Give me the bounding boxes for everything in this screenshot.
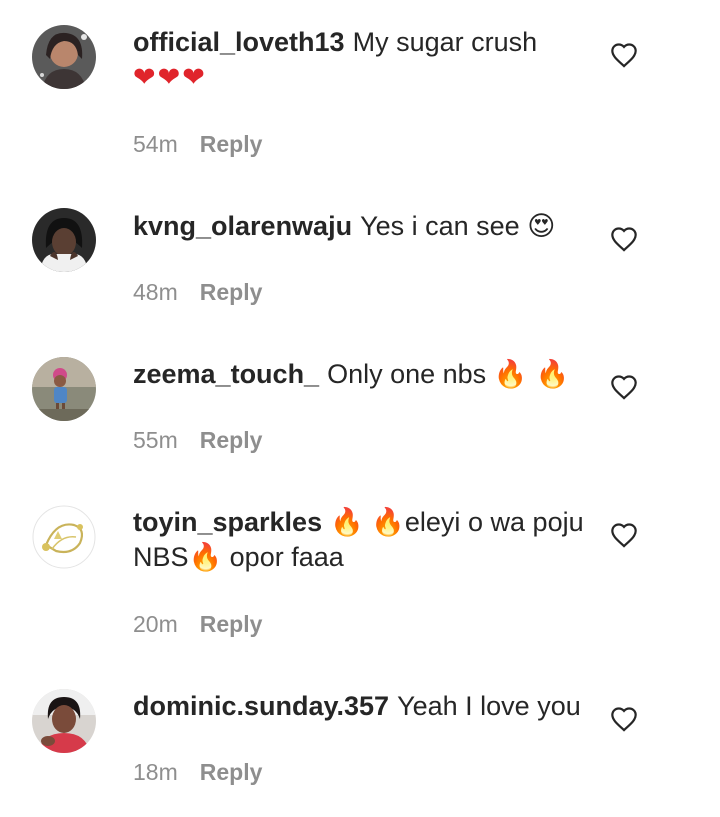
comment-text: toyin_sparkles 🔥 🔥eleyi o wa poju NBS🔥 op… <box>133 505 593 575</box>
heart-icon[interactable] <box>610 706 638 732</box>
comment-meta: 48m Reply <box>133 279 262 306</box>
heart-icon[interactable] <box>610 226 638 252</box>
comment-text: kvng_olarenwaju Yes i can see 😍 <box>133 209 593 244</box>
reply-button[interactable]: Reply <box>200 759 263 785</box>
comment-timestamp: 54m <box>133 131 178 157</box>
comment-meta: 18m Reply <box>133 759 262 786</box>
comment-timestamp: 20m <box>133 611 178 637</box>
comment-meta: 20m Reply <box>133 611 262 638</box>
comment-message-continued: opor faaa <box>222 542 344 572</box>
avatar[interactable] <box>32 25 96 89</box>
comment-message: Yeah I love you <box>397 691 581 721</box>
comment-timestamp: 55m <box>133 427 178 453</box>
avatar[interactable] <box>32 208 96 272</box>
heart-eyes-emoji: 😍 <box>527 211 556 242</box>
reply-button[interactable]: Reply <box>200 279 263 305</box>
comment-username[interactable]: official_loveth13 <box>133 27 345 57</box>
comment-message: My sugar crush <box>352 27 538 57</box>
comment-message: Yes i can see <box>360 211 520 241</box>
avatar[interactable] <box>32 505 96 569</box>
comment-username[interactable]: dominic.sunday.357 <box>133 691 389 721</box>
fire-emoji: 🔥 🔥 <box>493 359 570 390</box>
comment-text: zeema_touch_ Only one nbs 🔥 🔥 <box>133 357 593 392</box>
comment-username[interactable]: zeema_touch_ <box>133 359 319 389</box>
heart-icon[interactable] <box>610 42 638 68</box>
avatar[interactable] <box>32 689 96 753</box>
comment-text: dominic.sunday.357 Yeah I love you <box>133 689 593 724</box>
comment-meta: 54m Reply <box>133 131 262 158</box>
avatar[interactable] <box>32 357 96 421</box>
heart-icon[interactable] <box>610 522 638 548</box>
heart-emoji: ❤❤❤ <box>133 62 207 93</box>
comment-text: official_loveth13 My sugar crush ❤❤❤ <box>133 25 593 95</box>
reply-button[interactable]: Reply <box>200 427 263 453</box>
comment-timestamp: 18m <box>133 759 178 785</box>
comment-username[interactable]: toyin_sparkles <box>133 507 322 537</box>
comment-meta: 55m Reply <box>133 427 262 454</box>
comment-timestamp: 48m <box>133 279 178 305</box>
comment-message: Only one nbs <box>327 359 487 389</box>
comment-username[interactable]: kvng_olarenwaju <box>133 211 352 241</box>
reply-button[interactable]: Reply <box>200 611 263 637</box>
heart-icon[interactable] <box>610 374 638 400</box>
reply-button[interactable]: Reply <box>200 131 263 157</box>
